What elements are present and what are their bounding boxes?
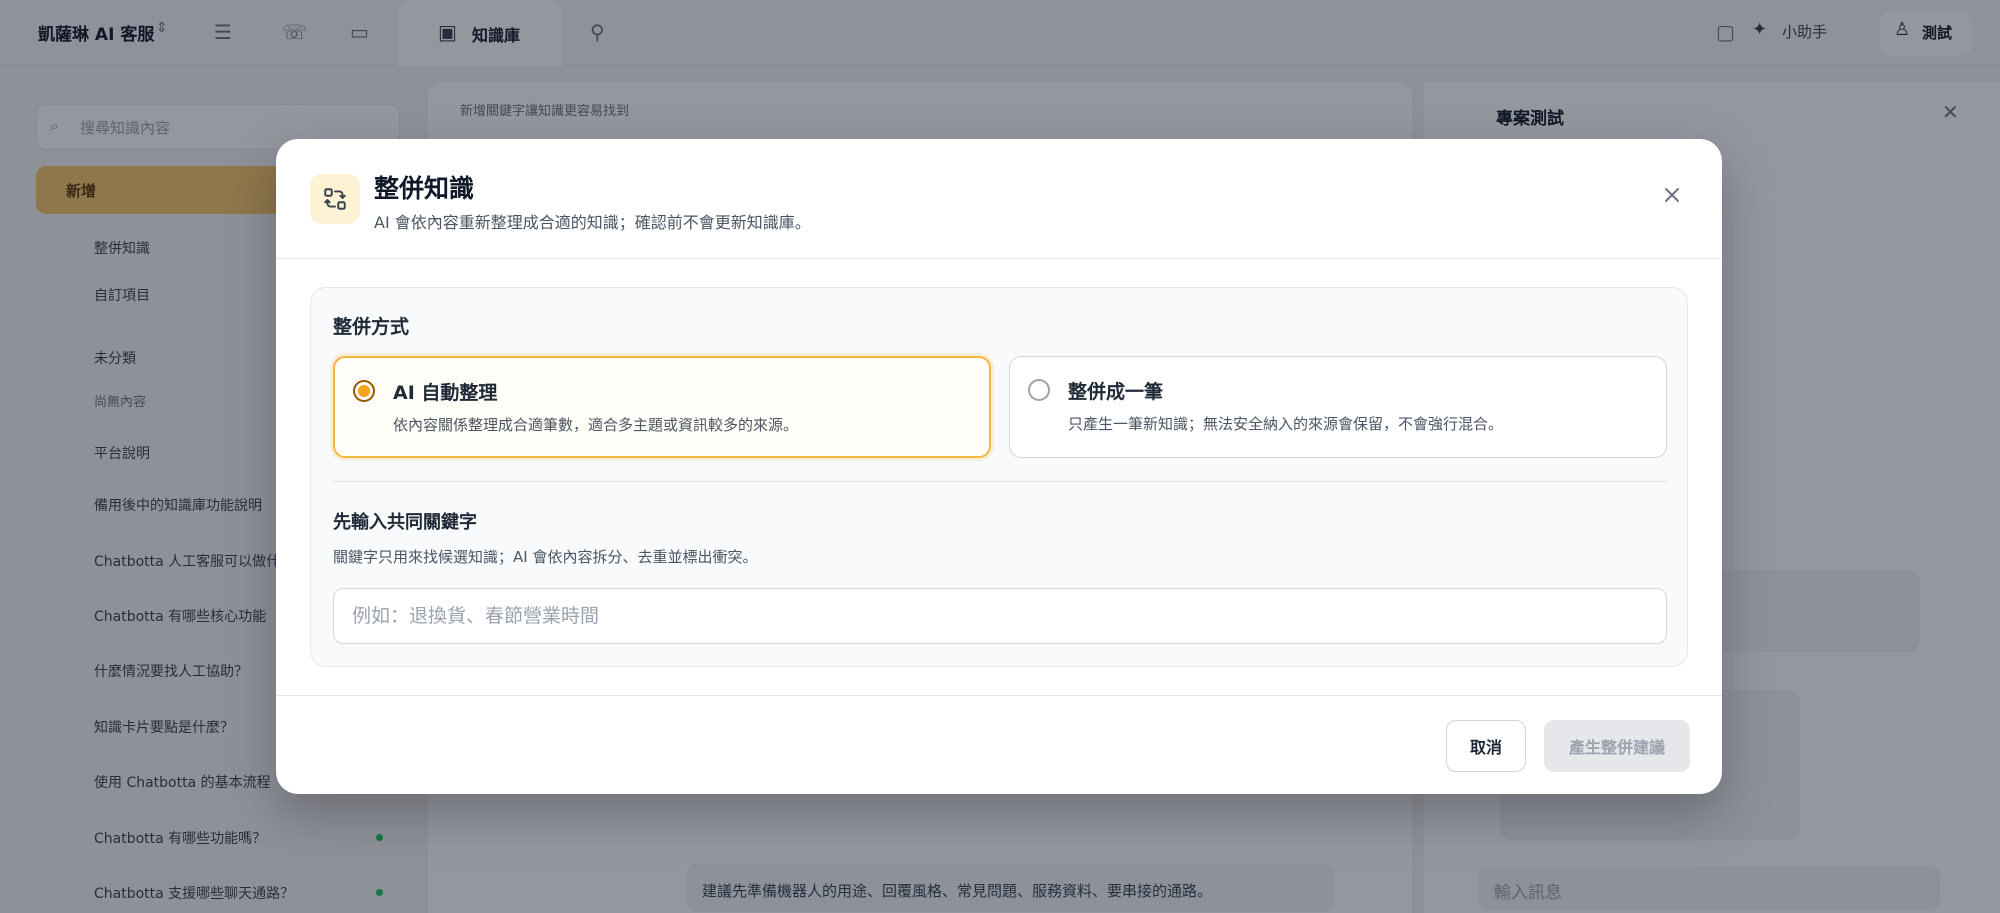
merge-icon bbox=[310, 174, 360, 224]
close-button[interactable] bbox=[1652, 175, 1692, 215]
option-merge-one-title: 整併成一筆 bbox=[1068, 381, 1164, 403]
keyword-input[interactable] bbox=[333, 588, 1667, 644]
option-ai-auto-title: AI 自動整理 bbox=[393, 382, 498, 404]
dialog-header: 整併知識 AI 會依內容重新整理成合適的知識；確認前不會更新知識庫。 bbox=[276, 139, 1722, 259]
close-icon bbox=[1665, 188, 1679, 202]
dialog-body: 整併方式 AI 自動整理 依內容關係整理成合適筆數，適合多主題或資訊較多的來源。… bbox=[310, 287, 1688, 667]
keyword-desc: 關鍵字只用來找候選知識；AI 會依內容拆分、去重並標出衝突。 bbox=[333, 548, 758, 566]
dialog-footer: 取消 產生整併建議 bbox=[276, 695, 1722, 794]
dialog-subtitle: AI 會依內容重新整理成合適的知識；確認前不會更新知識庫。 bbox=[374, 213, 811, 232]
option-merge-one[interactable]: 整併成一筆 只產生一筆新知識；無法安全納入的來源會保留，不會強行混合。 bbox=[1009, 356, 1667, 458]
merge-knowledge-dialog: 整併知識 AI 會依內容重新整理成合適的知識；確認前不會更新知識庫。 整併方式 … bbox=[276, 139, 1722, 794]
radio-merge-one[interactable] bbox=[1028, 379, 1050, 401]
keyword-title: 先輸入共同關鍵字 bbox=[333, 512, 477, 533]
option-ai-auto[interactable]: AI 自動整理 依內容關係整理成合適筆數，適合多主題或資訊較多的來源。 bbox=[333, 356, 991, 458]
merge-method-title: 整併方式 bbox=[333, 316, 410, 338]
option-merge-one-desc: 只產生一筆新知識；無法安全納入的來源會保留，不會強行混合。 bbox=[1068, 415, 1504, 433]
radio-ai-auto[interactable] bbox=[353, 380, 375, 402]
divider bbox=[333, 481, 1667, 482]
option-ai-auto-desc: 依內容關係整理成合適筆數，適合多主題或資訊較多的來源。 bbox=[393, 416, 799, 434]
cancel-button[interactable]: 取消 bbox=[1446, 720, 1526, 772]
dialog-title: 整併知識 bbox=[374, 174, 475, 203]
generate-suggestion-button[interactable]: 產生整併建議 bbox=[1544, 720, 1690, 772]
